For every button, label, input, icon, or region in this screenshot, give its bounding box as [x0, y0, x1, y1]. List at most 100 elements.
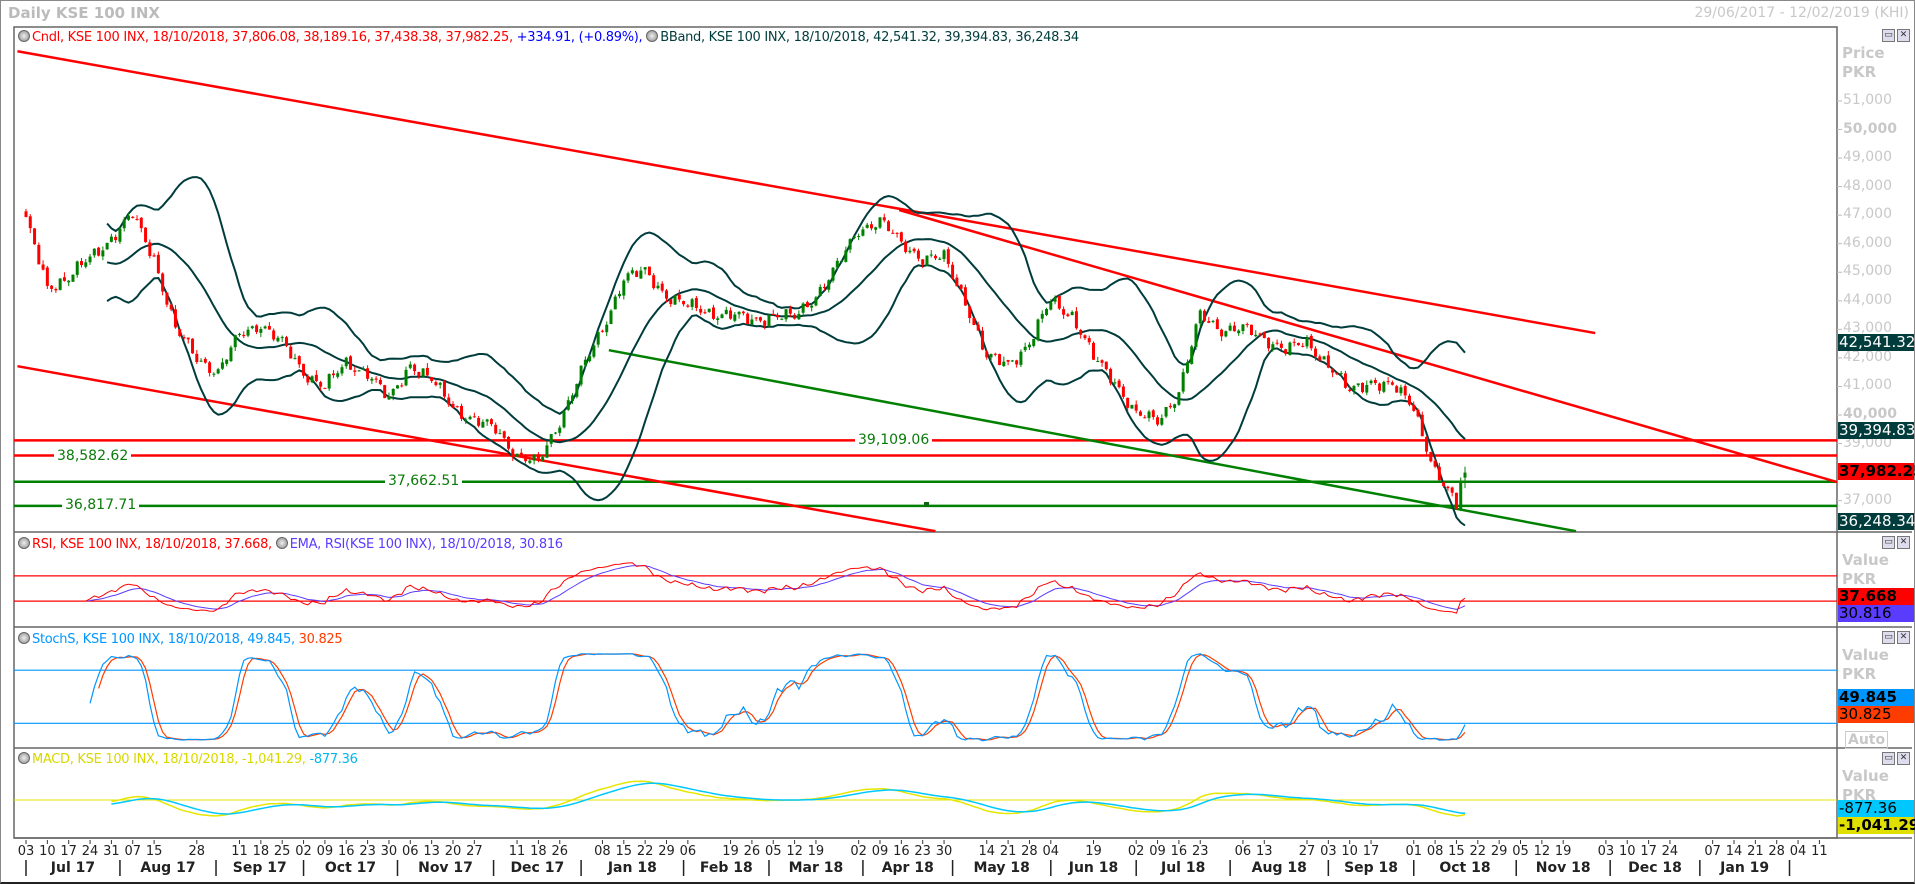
month-label: Jul 18: [1160, 860, 1206, 876]
candle: [968, 304, 972, 324]
candle-body: [88, 256, 92, 263]
candle-body: [1079, 329, 1083, 335]
candle: [233, 334, 237, 351]
candle-body: [558, 427, 562, 433]
candle: [929, 250, 933, 258]
candle: [370, 377, 374, 384]
candle-body: [404, 369, 408, 386]
candle: [97, 246, 101, 257]
candle-body: [835, 260, 839, 268]
candle-body: [1403, 385, 1407, 396]
clock-icon[interactable]: [18, 30, 30, 42]
candle-body: [652, 275, 656, 289]
candle-body: [259, 329, 263, 333]
candle-body: [391, 388, 395, 396]
candle-body: [818, 286, 822, 297]
candle-body: [891, 232, 895, 234]
candle: [92, 248, 96, 258]
candle-body: [33, 228, 37, 245]
candle-body: [656, 285, 660, 289]
candle: [1151, 409, 1155, 420]
day-tick-label: 28: [188, 844, 206, 859]
clock-icon[interactable]: [18, 537, 30, 549]
candle-body: [438, 382, 442, 385]
candle-body: [464, 419, 468, 421]
candle-body: [925, 255, 929, 266]
candle-body: [532, 454, 536, 461]
day-tick-label: 15: [615, 844, 633, 859]
candle: [45, 265, 49, 289]
candle-body: [1284, 349, 1288, 354]
day-tick-label: 15: [145, 844, 163, 859]
close-panel-button[interactable]: ✕: [1897, 536, 1910, 549]
candle: [1459, 477, 1463, 512]
candle: [1177, 391, 1181, 406]
candle: [327, 373, 331, 391]
candle: [1262, 331, 1266, 339]
close-panel-button[interactable]: ✕: [1897, 631, 1910, 644]
candle: [741, 310, 745, 316]
candle: [639, 266, 643, 279]
candle-body: [515, 453, 519, 457]
clock-icon[interactable]: [18, 632, 30, 644]
candle: [1454, 492, 1458, 510]
chart-canvas[interactable]: [0, 0, 1915, 883]
day-tick-label: 26: [743, 844, 761, 859]
day-tick-label: 19: [722, 844, 739, 859]
candle: [161, 272, 165, 296]
candle: [980, 327, 984, 351]
price-tick-label: 49,000: [1843, 149, 1892, 166]
candle-body: [562, 411, 566, 428]
candle: [216, 367, 220, 375]
candle-body: [618, 293, 622, 297]
candle-body: [724, 309, 728, 315]
candle-body: [84, 262, 88, 267]
candle: [451, 401, 455, 409]
restore-panel-button[interactable]: ▭: [1882, 752, 1895, 765]
restore-panel-button[interactable]: ▭: [1882, 29, 1895, 42]
candle-body: [387, 396, 391, 400]
candle-body: [1057, 295, 1061, 309]
panel-frames: [13, 26, 1912, 839]
candle-body: [212, 373, 216, 375]
candle: [1403, 384, 1407, 400]
restore-panel-button[interactable]: ▭: [1882, 631, 1895, 644]
candle-body: [331, 373, 335, 376]
candle: [114, 234, 118, 244]
day-tick-label: 06: [679, 844, 697, 859]
month-label: Apr 18: [881, 860, 934, 876]
candle-body: [524, 456, 528, 462]
auto-scale-button[interactable]: Auto: [1845, 731, 1889, 749]
candle-body: [536, 454, 540, 461]
clock-icon[interactable]: [275, 537, 288, 549]
close-panel-button[interactable]: ✕: [1897, 752, 1910, 765]
candle-body: [370, 378, 374, 381]
candle-body: [122, 219, 126, 229]
candle: [199, 358, 203, 362]
candle: [229, 345, 233, 363]
candle: [1369, 379, 1373, 386]
candle: [758, 316, 762, 323]
trendline: [898, 208, 1837, 484]
restore-panel-button[interactable]: ▭: [1882, 536, 1895, 549]
close-panel-button[interactable]: ✕: [1897, 29, 1910, 42]
clock-icon[interactable]: [646, 30, 659, 42]
trendline: [17, 50, 1596, 335]
candle-body: [395, 385, 399, 389]
price-tick-label: 48,000: [1843, 177, 1892, 194]
day-tick-label: 11: [1811, 844, 1828, 859]
candle-body: [1352, 386, 1356, 391]
candle: [349, 355, 353, 370]
day-tick-label: 23: [914, 844, 931, 859]
candle-body: [507, 436, 511, 449]
candle-body: [955, 277, 959, 287]
candle-body: [968, 306, 972, 319]
candle: [613, 294, 617, 310]
clock-icon[interactable]: [18, 752, 30, 764]
candle: [323, 387, 327, 389]
candle-body: [485, 419, 489, 422]
candle-body: [904, 241, 908, 253]
candle: [191, 338, 195, 354]
candle-body: [216, 369, 220, 374]
stoch-axis-unit: PKR: [1842, 665, 1877, 683]
